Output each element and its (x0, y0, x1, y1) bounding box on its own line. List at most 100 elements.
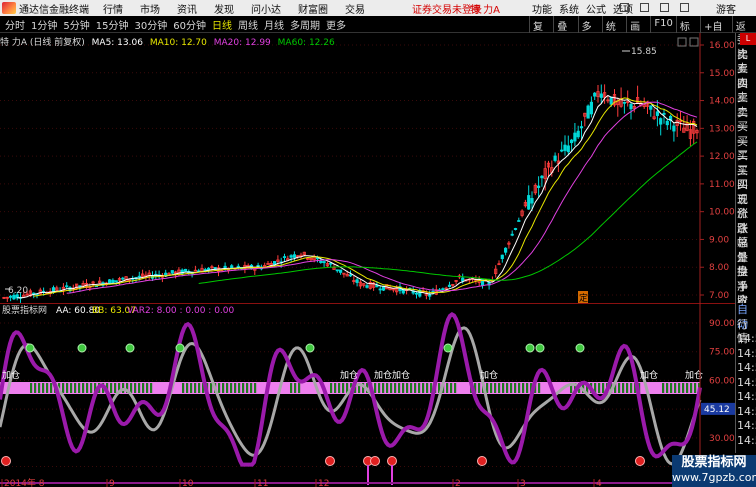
band-tick (538, 383, 541, 393)
add-position-label: 加仓 (392, 369, 410, 381)
tick-time: 14:5 (737, 419, 756, 432)
period-tab-15min[interactable]: 15分钟 (95, 17, 130, 32)
menu-item-quotes[interactable]: 行情 (103, 1, 123, 16)
tool-mark[interactable]: 标记 (675, 16, 700, 48)
tool-adjust[interactable]: 复权 (529, 16, 553, 48)
period-tab-30min[interactable]: 30分钟 (133, 17, 168, 32)
candle-body (513, 228, 518, 230)
menu-item-function[interactable]: 功能 (532, 1, 552, 16)
candle-body (338, 269, 343, 273)
buy-signal-icon (387, 456, 397, 466)
minimize-icon[interactable] (620, 3, 629, 12)
price-tick-label: 10.00 (709, 208, 735, 218)
band-tick (290, 383, 293, 393)
period-tab-daily[interactable]: 日线 (211, 17, 233, 32)
tool-add-watchlist[interactable]: +自选 (700, 16, 732, 48)
price-tick-label: 8.00 (709, 263, 729, 273)
period-tab-more[interactable]: 更多 (325, 17, 347, 32)
menu-item-formula[interactable]: 公式 (586, 1, 606, 16)
indicator-tick-label: 30.00 (709, 434, 735, 444)
tool-back[interactable]: 返回 (731, 16, 756, 48)
period-tab-60min[interactable]: 60分钟 (172, 17, 207, 32)
candle-body (579, 126, 584, 129)
band-tick (218, 383, 221, 393)
kline-chart[interactable]: 16.00 15.00 14.00 13.00 12.00 11.00 10.00 9.00 8… (0, 33, 735, 303)
band-tick (70, 383, 73, 393)
band-tick (406, 383, 409, 393)
candle-body (672, 125, 676, 132)
band-tick (134, 383, 137, 393)
band-tick (686, 383, 689, 393)
menu-item-ask[interactable]: 问小达 (251, 1, 281, 16)
band-tick (42, 383, 45, 393)
add-position-label: 加仓 (480, 369, 498, 381)
ma5-label: MA5: 13.06 (91, 38, 143, 48)
band-tick (598, 383, 601, 393)
date-label: 11 (257, 479, 268, 487)
band-tick (394, 383, 397, 393)
level-badge[interactable]: L (740, 33, 756, 45)
period-tab-1min[interactable]: 1分钟 (30, 17, 58, 32)
indicator-tick-label: 60.00 (709, 376, 735, 386)
candle-body (573, 132, 577, 142)
candle-body (609, 96, 613, 105)
period-tab-timeshare[interactable]: 分时 (4, 17, 26, 32)
candle-body (428, 294, 432, 297)
band-tick (694, 383, 697, 393)
panel-row-outer: 外盘 (737, 250, 748, 279)
menu-item-wealth[interactable]: 财富圈 (298, 1, 328, 16)
buy-signal-icon (1, 456, 11, 466)
indicator-chart[interactable]: 加仓加仓加仓加仓加仓加仓加仓 90.0075.0060.0045.0030.00… (0, 303, 735, 487)
date-label: 12 (318, 479, 329, 487)
current-stock: 特 力A (470, 4, 501, 16)
candle-body (563, 144, 567, 151)
menu-item-news[interactable]: 资讯 (177, 1, 197, 16)
candle-body (108, 279, 112, 285)
menu-item-discover[interactable]: 发现 (214, 1, 234, 16)
band-tick (678, 383, 681, 393)
band-tick (342, 383, 345, 393)
candle-body (206, 267, 211, 271)
tool-multi[interactable]: 多股 (577, 16, 602, 48)
tool-overlay[interactable]: 叠加 (553, 16, 577, 48)
menu-item-trade[interactable]: 交易 (345, 1, 365, 16)
add-position-label: 加仓 (374, 369, 392, 381)
site-watermark: 股票指标网 www.7gpzb.com (672, 455, 756, 487)
period-tab-weekly[interactable]: 周线 (237, 17, 259, 32)
tool-f10[interactable]: F10 (650, 16, 675, 33)
restore-icon[interactable] (640, 3, 649, 12)
menu-item-market[interactable]: 市场 (140, 1, 160, 16)
peak-signal-icon (443, 343, 453, 353)
date-label: 10 (182, 479, 194, 487)
candle-body (236, 265, 240, 268)
period-tab-multi[interactable]: 多周期 (289, 17, 321, 32)
panel-row-ask3: 卖三 (737, 76, 748, 105)
band-tick (374, 383, 377, 393)
tool-draw[interactable]: 画线 (626, 16, 650, 48)
band-tick (618, 383, 621, 393)
tool-stats[interactable]: 统计 (601, 16, 626, 48)
band-tick (446, 383, 449, 393)
band-tick (630, 383, 633, 393)
price-tick-label: 9.00 (709, 235, 729, 245)
band-tick (46, 383, 49, 393)
candle-body (649, 105, 653, 110)
band-tick (150, 383, 153, 393)
candle-body (114, 280, 118, 283)
band-tick (690, 383, 693, 393)
band-tick (234, 383, 237, 393)
tick-auto[interactable]: 自动 (736, 303, 756, 331)
menu-item-system[interactable]: 系统 (559, 1, 579, 16)
panel-row-bid4: 买四 (737, 163, 748, 192)
peak-signal-icon (575, 343, 585, 353)
window-icon[interactable] (660, 3, 669, 12)
close-icon[interactable] (680, 3, 689, 12)
guest-user[interactable]: 游客 (716, 1, 736, 16)
panel-row-change: 涨跌 (737, 207, 748, 235)
candle-body (375, 285, 379, 288)
candle-body (355, 279, 359, 283)
date-label: 2014年 8 (4, 477, 45, 487)
period-tab-5min[interactable]: 5分钟 (62, 17, 90, 32)
period-tab-monthly[interactable]: 月线 (263, 17, 285, 32)
candle-body (589, 101, 594, 115)
